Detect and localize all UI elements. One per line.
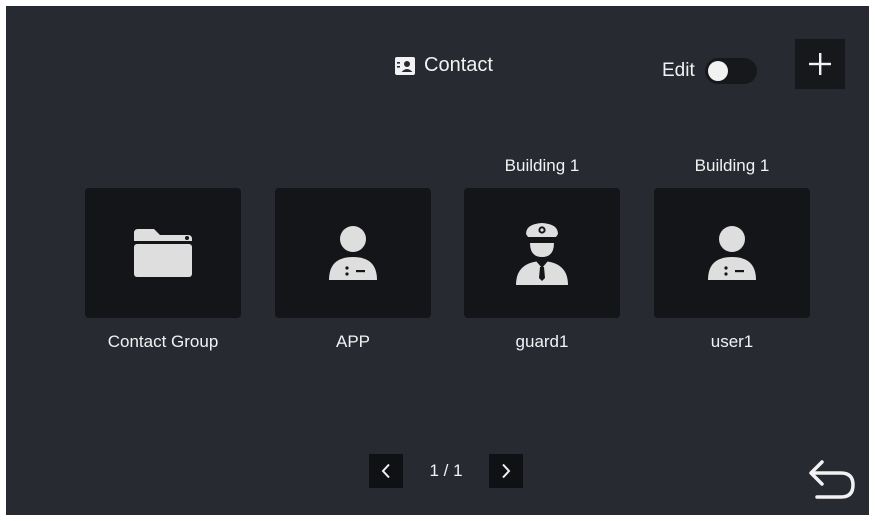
contact-user1-button[interactable] <box>654 188 810 318</box>
guard-icon <box>516 223 568 285</box>
user-icon <box>708 226 756 280</box>
back-arrow-icon <box>809 460 855 499</box>
next-page-button[interactable] <box>489 454 523 488</box>
contact-grid: Contact Group APP Building 1 guard1 Buil… <box>6 6 869 515</box>
tile-top-label: Building 1 <box>504 156 580 175</box>
tile-label: Contact Group <box>107 332 219 351</box>
contact-guard1-button[interactable] <box>464 188 620 318</box>
tile-label: guard1 <box>515 332 569 351</box>
user-icon <box>329 226 377 280</box>
tile-top-label: Building 1 <box>694 156 770 175</box>
contact-group-button[interactable] <box>85 188 241 318</box>
contact-screen: Contact Edit Contact Group APP Building … <box>6 6 869 515</box>
prev-page-button[interactable] <box>369 454 403 488</box>
folder-icon <box>134 229 192 277</box>
contact-app-button[interactable] <box>275 188 431 318</box>
tile-label: user1 <box>710 332 754 351</box>
pagination: 1 / 1 <box>369 454 523 488</box>
tile-label: APP <box>335 332 371 351</box>
back-button[interactable] <box>804 454 860 504</box>
chevron-left-icon <box>381 463 390 479</box>
page-indicator: 1 / 1 <box>429 461 463 480</box>
chevron-right-icon <box>502 463 511 479</box>
